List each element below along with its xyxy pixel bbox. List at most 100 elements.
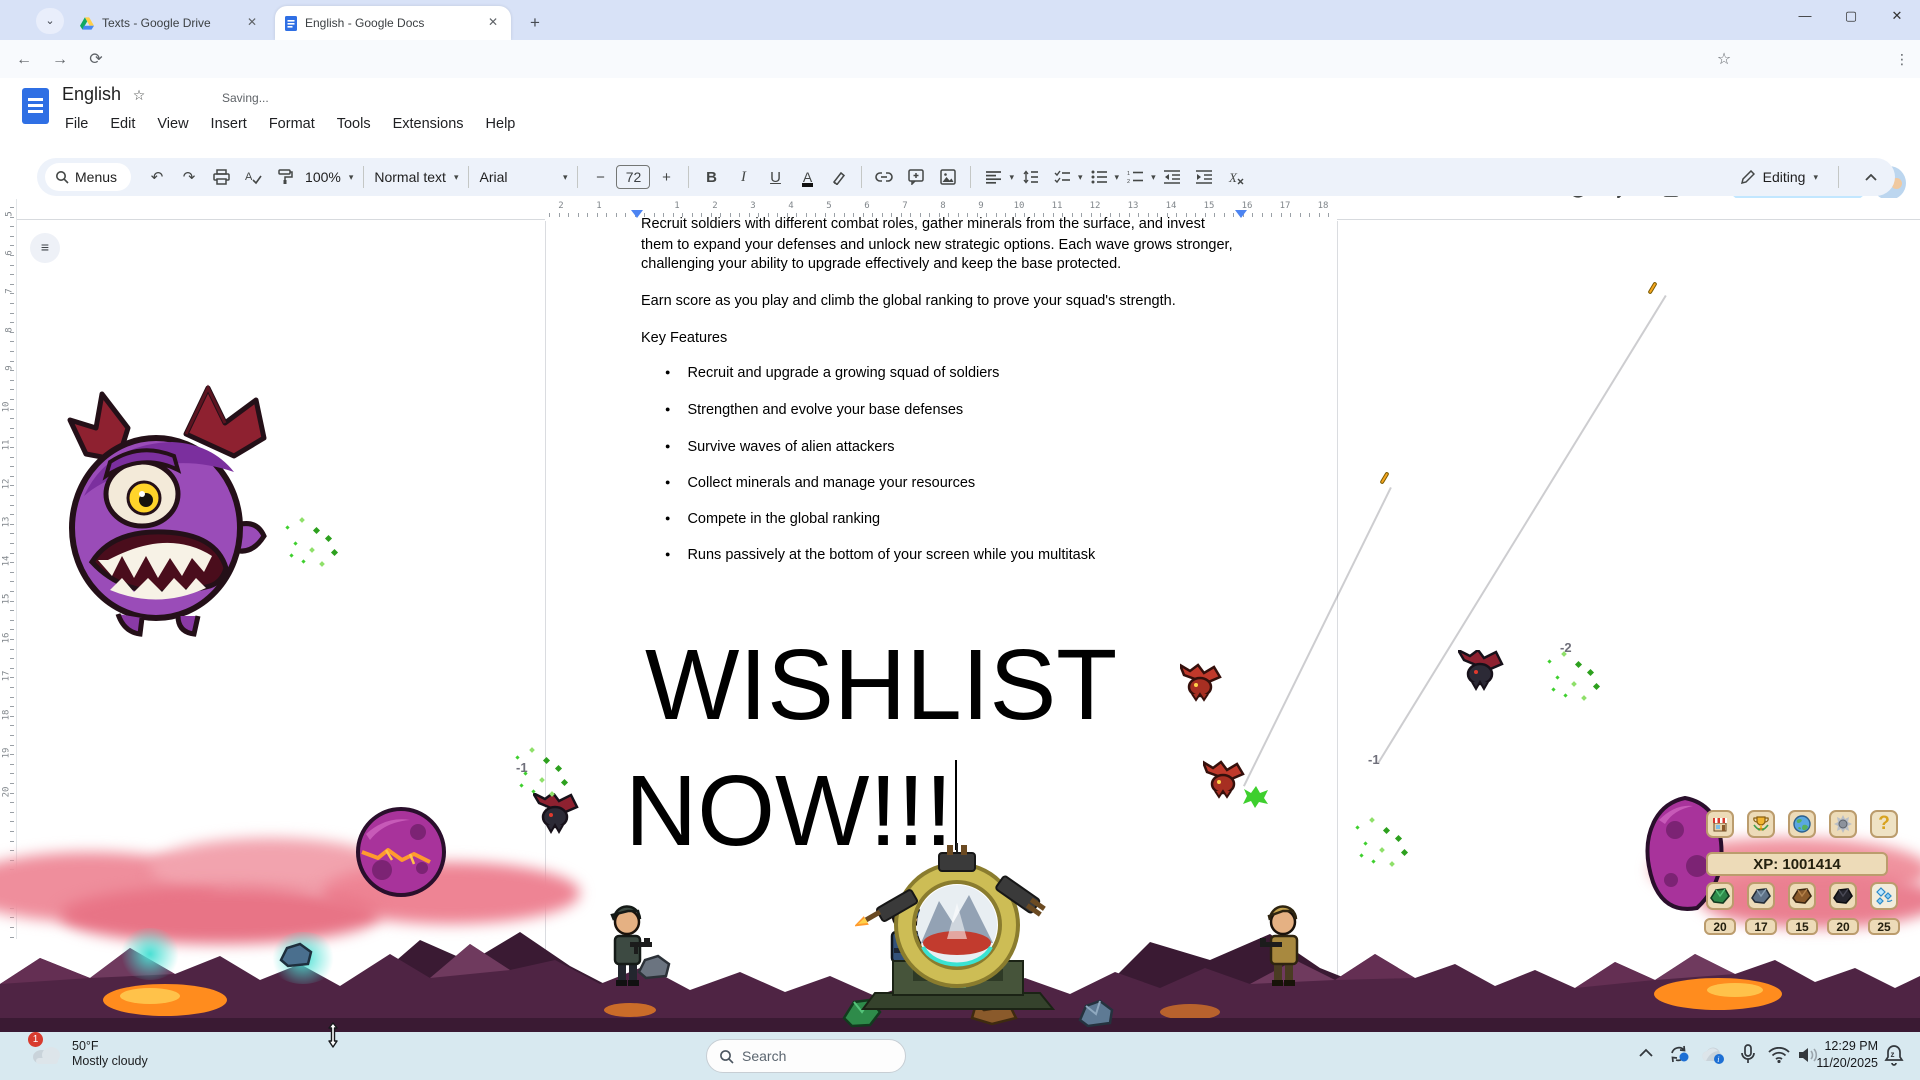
- tab-google-docs[interactable]: English - Google Docs ✕: [275, 6, 511, 40]
- bulleted-list-icon[interactable]: [1086, 164, 1112, 190]
- add-comment-icon[interactable]: [903, 164, 929, 190]
- editing-mode-select[interactable]: Editing▾: [1737, 169, 1822, 185]
- help-button[interactable]: ?: [1870, 810, 1898, 838]
- menus-search-button[interactable]: Menus: [45, 163, 131, 191]
- green-particle: [1587, 669, 1594, 676]
- green-particle: [289, 553, 293, 557]
- soldier-tan-sprite: [1258, 904, 1312, 988]
- collapse-toolbar-icon[interactable]: [1858, 164, 1884, 190]
- green-particle: [1383, 827, 1390, 834]
- menu-item[interactable]: View: [148, 114, 197, 134]
- ranking-button[interactable]: [1747, 810, 1775, 838]
- menu-item[interactable]: Insert: [202, 114, 256, 134]
- new-tab-button[interactable]: +: [522, 10, 548, 36]
- print-icon[interactable]: [208, 164, 234, 190]
- resource-crystal[interactable]: [1870, 882, 1898, 910]
- svg-text:z: z: [1891, 1050, 1895, 1059]
- bullet-glyph: ●: [665, 367, 670, 377]
- forward-icon[interactable]: →: [48, 48, 72, 72]
- line-spacing-icon[interactable]: [1017, 164, 1043, 190]
- notification-bell-icon[interactable]: z: [1884, 1044, 1904, 1066]
- green-particle: [1371, 859, 1375, 863]
- menu-item[interactable]: Format: [260, 114, 324, 134]
- page-right-edge: [1337, 221, 1338, 1032]
- tab-search-chevron-icon[interactable]: ⌄: [36, 8, 64, 34]
- menu-item[interactable]: File: [56, 114, 97, 134]
- underline-icon[interactable]: U: [762, 164, 788, 190]
- tab-close-icon[interactable]: ✕: [485, 15, 501, 31]
- weather-widget[interactable]: 1 50°F Mostly cloudy: [30, 1036, 148, 1069]
- docs-logo[interactable]: [22, 88, 49, 124]
- increase-indent-icon[interactable]: [1191, 164, 1217, 190]
- onedrive-cloud-icon[interactable]: i: [1700, 1046, 1726, 1064]
- checklist-dropdown-icon[interactable]: ▾: [1078, 172, 1083, 183]
- clear-formatting-icon[interactable]: X: [1223, 164, 1249, 190]
- back-icon[interactable]: ←: [12, 48, 36, 72]
- reload-icon[interactable]: ⟳: [84, 48, 108, 72]
- green-particle: [1593, 683, 1600, 690]
- vertical-ruler[interactable]: 567891011121314151617181920: [0, 199, 17, 939]
- resource-green[interactable]: [1706, 882, 1734, 910]
- numbered-list-icon[interactable]: 12: [1122, 164, 1148, 190]
- update-sync-icon[interactable]: [1668, 1044, 1690, 1064]
- menu-item[interactable]: Edit: [101, 114, 144, 134]
- menu-item[interactable]: Help: [477, 114, 525, 134]
- decrease-indent-icon[interactable]: [1159, 164, 1185, 190]
- wifi-icon[interactable]: [1768, 1047, 1790, 1063]
- tab-google-drive[interactable]: Texts - Google Drive ✕: [70, 6, 270, 40]
- green-particle: [325, 535, 332, 542]
- insert-image-icon[interactable]: [935, 164, 961, 190]
- checklist-icon[interactable]: [1049, 164, 1075, 190]
- pencil-icon: [1741, 170, 1755, 184]
- badge-button[interactable]: [1829, 810, 1857, 838]
- font-size-input[interactable]: 72: [616, 165, 650, 189]
- microphone-icon[interactable]: [1740, 1044, 1756, 1065]
- tab-close-icon[interactable]: ✕: [244, 15, 260, 31]
- document-outline-button[interactable]: ≡: [30, 233, 60, 263]
- numbered-list-dropdown-icon[interactable]: ▾: [1151, 172, 1156, 183]
- insert-link-icon[interactable]: [871, 164, 897, 190]
- drive-icon: [80, 17, 94, 30]
- document-title[interactable]: English: [62, 84, 121, 105]
- increase-font-size-icon[interactable]: +: [653, 164, 679, 190]
- bullet-item: ●Recruit and upgrade a growing squad of …: [665, 365, 999, 381]
- zoom-select[interactable]: 100%▾: [301, 169, 357, 185]
- menu-item[interactable]: Extensions: [384, 114, 473, 134]
- highlight-icon[interactable]: [826, 164, 852, 190]
- world-button[interactable]: [1788, 810, 1816, 838]
- align-icon[interactable]: [980, 164, 1006, 190]
- resource-count: 15: [1786, 918, 1818, 935]
- window-minimize-button[interactable]: —: [1782, 0, 1828, 34]
- bold-icon[interactable]: B: [698, 164, 724, 190]
- clock-widget[interactable]: 12:29 PM 11/20/2025: [1816, 1038, 1878, 1072]
- window-maximize-button[interactable]: ▢: [1828, 0, 1874, 34]
- resource-black[interactable]: [1829, 882, 1857, 910]
- resource-slate[interactable]: [1747, 882, 1775, 910]
- italic-icon[interactable]: I: [730, 164, 756, 190]
- menu-item[interactable]: Tools: [328, 114, 380, 134]
- paragraph-style-select[interactable]: Normal text▾: [370, 169, 462, 185]
- window-close-button[interactable]: ✕: [1874, 0, 1920, 34]
- resource-brown[interactable]: [1788, 882, 1816, 910]
- font-select[interactable]: Arial▾: [475, 169, 571, 185]
- bulleted-list-dropdown-icon[interactable]: ▾: [1115, 172, 1120, 183]
- resource-count: 17: [1745, 918, 1777, 935]
- align-dropdown-icon[interactable]: ▾: [1009, 172, 1014, 183]
- bookmark-star-icon[interactable]: ☆: [1712, 48, 1736, 72]
- right-indent-marker[interactable]: [1235, 210, 1247, 224]
- projectile-trail: [1378, 295, 1667, 763]
- shop-button[interactable]: [1706, 810, 1734, 838]
- bullet-item: ●Strengthen and evolve your base defense…: [665, 402, 963, 418]
- spellcheck-icon[interactable]: A: [240, 164, 266, 190]
- blue-rock: [1076, 998, 1116, 1028]
- tray-expand-icon[interactable]: [1638, 1048, 1654, 1058]
- text-color-icon[interactable]: A: [803, 169, 812, 185]
- paint-format-icon[interactable]: [272, 164, 298, 190]
- undo-icon[interactable]: ↶: [144, 164, 170, 190]
- browser-menu-kebab-icon[interactable]: ⋮: [1890, 48, 1914, 72]
- redo-icon[interactable]: ↷: [176, 164, 202, 190]
- star-document-icon[interactable]: ☆: [130, 87, 148, 105]
- taskbar-search[interactable]: Search: [706, 1039, 906, 1073]
- decrease-font-size-icon[interactable]: −: [587, 164, 613, 190]
- browser-navbar: ← → ⟳ docs.google.com/document/d/14LL_QN…: [0, 40, 1920, 78]
